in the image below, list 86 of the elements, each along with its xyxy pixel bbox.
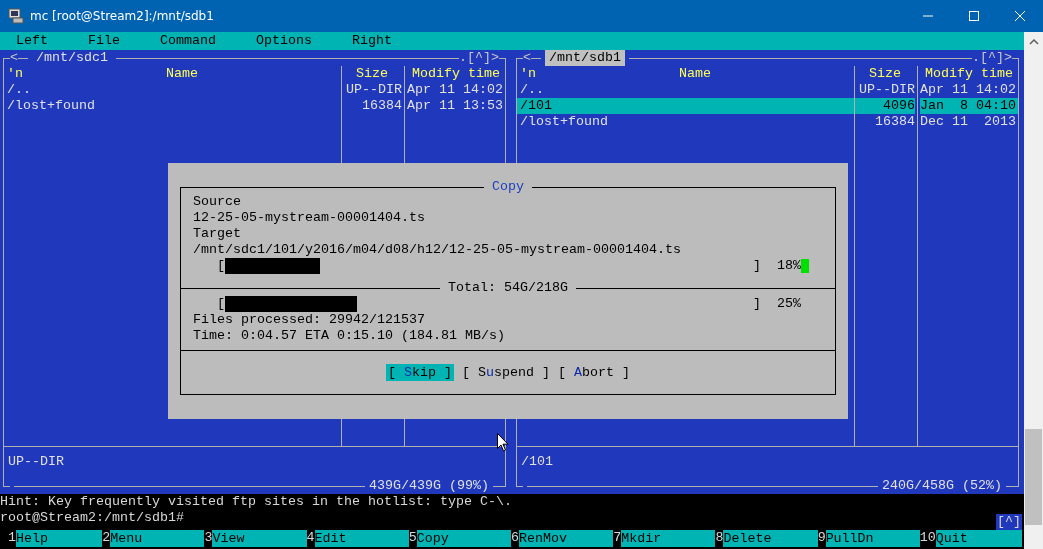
scrollbar[interactable]	[1024, 32, 1043, 549]
transfer-time: Time: 0:04.57 ETA 0:15.10 (184.81 MB/s)	[193, 328, 506, 344]
hint-line: Hint: Key frequently visited ftp sites in the hotlist: type C-\.	[0, 494, 513, 510]
mini-status: /101	[521, 454, 553, 469]
function-key-button[interactable]: Help	[16, 530, 103, 547]
history-button[interactable]: [^]	[996, 514, 1022, 530]
panel-history-marker[interactable]: <	[10, 50, 18, 66]
function-key-button[interactable]: Quit	[935, 530, 1023, 547]
key-number: 6	[511, 530, 519, 547]
dialog-button[interactable]: [ Skip ]	[386, 364, 454, 381]
file-modify-time: Apr 11 14:02	[407, 82, 504, 98]
key-number: 4	[306, 530, 315, 547]
target-label: Target	[193, 226, 242, 242]
progress-percent: 18%	[777, 258, 801, 274]
file-size: 16384	[874, 114, 915, 130]
column-header[interactable]: Size	[869, 66, 901, 82]
column-header[interactable]: Name	[166, 66, 198, 82]
key-number: 9	[817, 530, 826, 547]
function-key-button[interactable]: View	[212, 530, 307, 547]
terminal-icon	[8, 8, 24, 24]
source-label: Source	[193, 194, 242, 210]
menu-item[interactable]: Options	[256, 33, 312, 50]
file-size: UP--DIR	[858, 82, 915, 98]
file-name[interactable]: /..	[520, 82, 854, 98]
function-key-button[interactable]: Copy	[416, 530, 511, 547]
disk-usage: 240G/458G (52%)	[882, 478, 1002, 494]
file-name[interactable]: /101	[517, 98, 854, 114]
file-modify-time: Dec 11 2013	[920, 114, 1017, 130]
mouse-pointer-icon	[497, 433, 509, 452]
panel-path: /mnt/sdb1	[545, 50, 625, 66]
function-key-button[interactable]: RenMov	[519, 530, 614, 547]
maximize-icon	[969, 11, 979, 21]
window-title: mc [root@Stream2]:/mnt/sdb1	[30, 9, 215, 23]
source-file: 12-25-05-mystream-00001404.ts	[193, 210, 426, 226]
function-key-button[interactable]: PullDn	[825, 530, 920, 547]
menu-item[interactable]: File	[88, 33, 120, 50]
panel-controls[interactable]: .[^]>	[972, 50, 1012, 66]
mini-status: UP--DIR	[8, 454, 64, 469]
close-icon	[1015, 11, 1025, 21]
progress-percent: 25%	[777, 296, 801, 312]
file-size: 4096	[855, 98, 915, 114]
bracket: ]	[753, 258, 761, 274]
scroll-up-icon[interactable]	[1028, 39, 1039, 45]
sort-indicator[interactable]: 'n	[520, 66, 536, 82]
panel-controls[interactable]: .[^]>	[459, 50, 499, 66]
function-key-button[interactable]: Delete	[723, 530, 818, 547]
column-header[interactable]: Size	[356, 66, 388, 82]
file-name[interactable]: /..	[7, 82, 341, 98]
column-header[interactable]: Name	[679, 66, 711, 82]
column-header[interactable]: Modify time	[412, 66, 500, 82]
file-name[interactable]: /lost+found	[520, 114, 854, 130]
function-key-button[interactable]: Menu	[110, 530, 205, 547]
menu-item[interactable]: Right	[352, 33, 392, 50]
column-header[interactable]: Modify time	[925, 66, 1013, 82]
key-number: 1	[7, 530, 16, 547]
cursor-icon	[801, 259, 809, 273]
bracket: ]	[753, 296, 761, 312]
file-modify-time: Apr 11 13:53	[407, 98, 504, 114]
sort-indicator[interactable]: 'n	[7, 66, 23, 82]
dialog-button[interactable]: [ Suspend ]	[462, 364, 550, 381]
key-number: 5	[408, 530, 417, 547]
key-number: 7	[613, 530, 622, 547]
function-key-button[interactable]: Mkdir	[621, 530, 716, 547]
menu-item[interactable]: Command	[160, 33, 216, 50]
target-path: /mnt/sdc1/101/y2016/m04/d08/h12/12-25-05-mystream-00001404.ts	[193, 242, 682, 258]
function-key-button[interactable]: Edit	[314, 530, 409, 547]
panel-history-marker[interactable]: <	[523, 50, 531, 66]
panel-path: /mnt/sdc1	[35, 50, 109, 66]
total-size: Total: 54G/218G	[447, 280, 569, 296]
file-name[interactable]: /lost+found	[7, 98, 341, 114]
file-modify-time: Apr 11 14:02	[920, 82, 1017, 98]
bracket: [	[217, 258, 225, 274]
file-size: 16384	[361, 98, 402, 114]
menu-item[interactable]: Left	[16, 33, 48, 50]
disk-usage: 439G/439G (99%)	[369, 478, 489, 494]
key-number: 10	[919, 530, 936, 547]
key-number: 2	[102, 530, 111, 547]
scrollbar-thumb[interactable]	[1025, 429, 1042, 525]
files-processed: Files processed: 29942/121537	[193, 312, 426, 328]
key-number: 8	[715, 530, 724, 547]
dialog-title: Copy	[484, 179, 532, 195]
file-modify-time: Jan 8 04:10	[920, 98, 1018, 114]
dialog-button[interactable]: [ Abort ]	[558, 364, 630, 381]
file-size: UP--DIR	[345, 82, 402, 98]
command-prompt: root@Stream2:/mnt/sdb1#	[0, 510, 184, 526]
bracket: [	[217, 296, 225, 312]
